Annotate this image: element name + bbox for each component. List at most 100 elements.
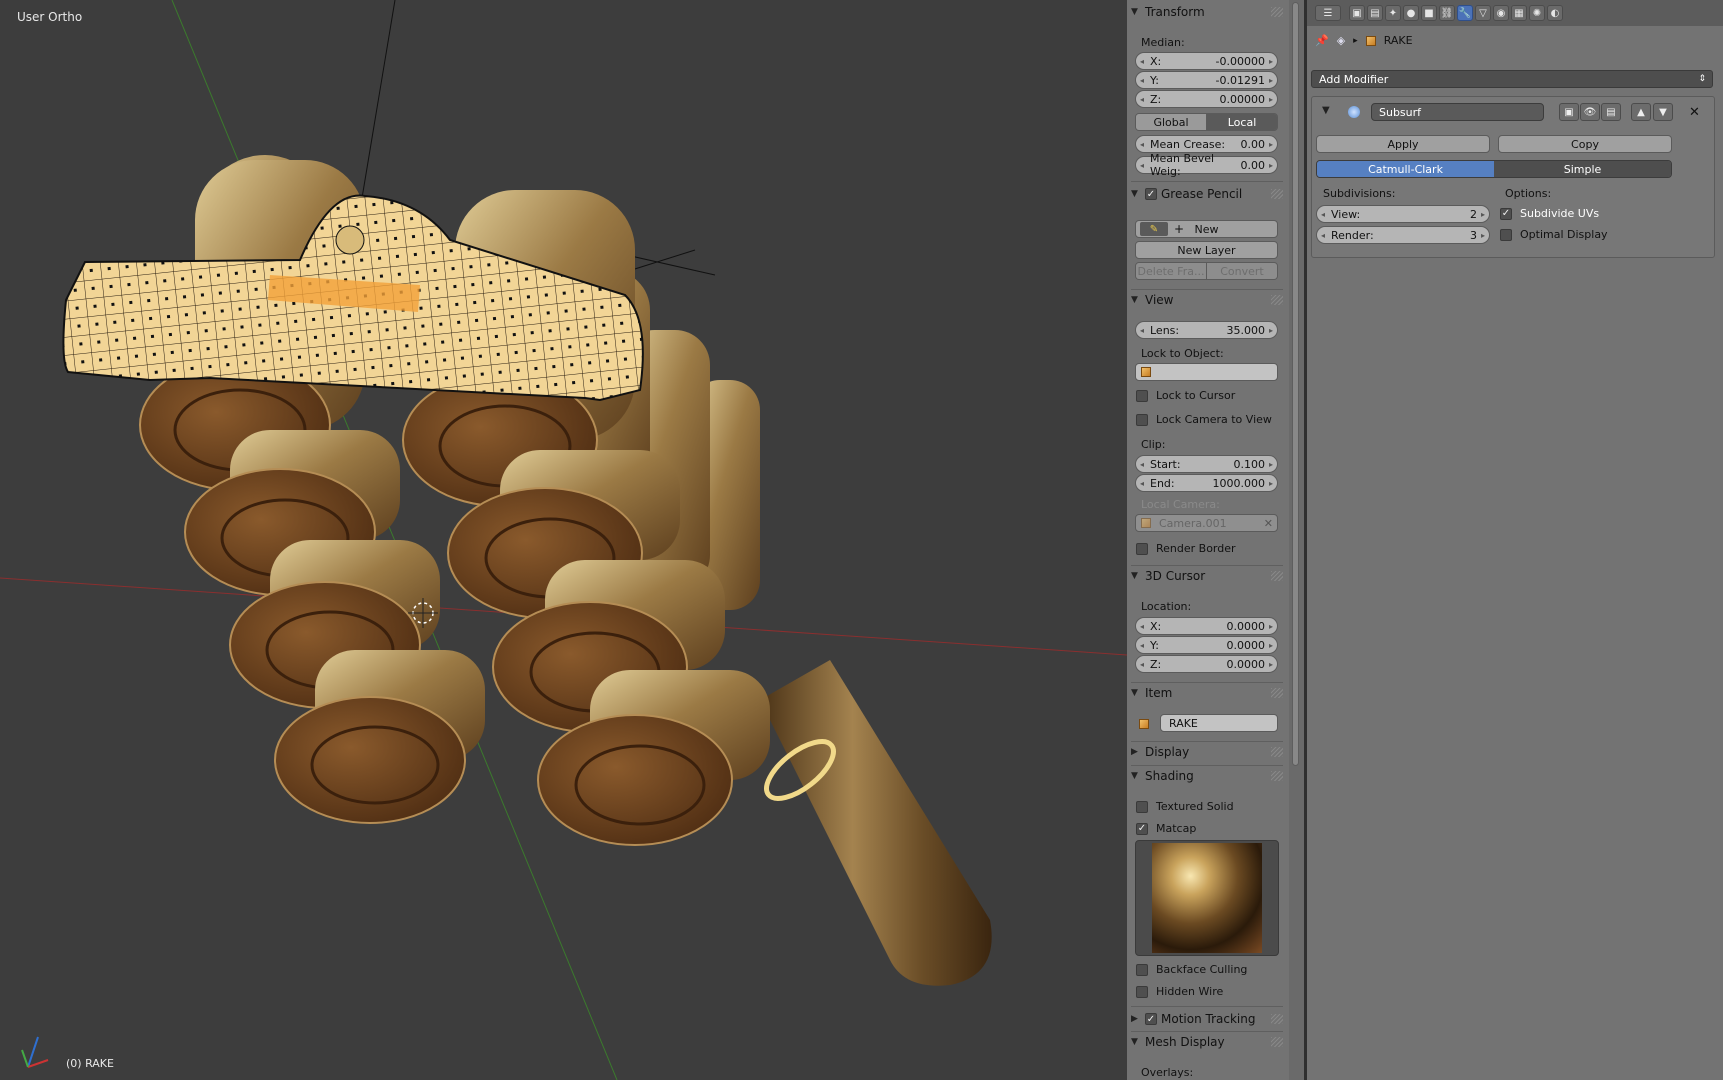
item-name-field[interactable]: RAKE [1160, 714, 1278, 732]
physics-tab-icon[interactable]: ◐ [1547, 5, 1563, 21]
scene-tab-icon[interactable]: ✦ [1385, 5, 1401, 21]
drag-grip-icon[interactable] [1271, 1037, 1283, 1047]
global-button[interactable]: Global [1136, 114, 1206, 130]
move-up-icon[interactable]: ▲ [1631, 103, 1651, 121]
render-subdivisions-field[interactable]: Render:3 [1316, 226, 1490, 244]
drag-grip-icon[interactable] [1271, 7, 1283, 17]
cursor-y-field[interactable]: Y:0.0000 [1135, 636, 1278, 654]
drag-grip-icon[interactable] [1271, 747, 1283, 757]
move-down-icon[interactable]: ▼ [1653, 103, 1673, 121]
particles-tab-icon[interactable]: ✺ [1529, 5, 1545, 21]
collapse-triangle-icon[interactable]: ▼ [1322, 105, 1330, 116]
drag-grip-icon[interactable] [1271, 1014, 1283, 1024]
world-tab-icon[interactable]: ● [1403, 5, 1419, 21]
checkbox-icon[interactable] [1136, 413, 1148, 426]
backface-culling-checkbox[interactable]: Backface Culling [1136, 963, 1247, 976]
editmode-toggle-icon[interactable]: ▤ [1601, 103, 1621, 121]
checkbox-icon[interactable] [1136, 963, 1148, 976]
checkbox-icon[interactable] [1136, 542, 1148, 555]
properties-header: ☰ ▣ ▤ ✦ ● ■ ⛓ 🔧 ▽ ◉ ▦ ✺ ◐ [1307, 0, 1723, 26]
delete-frame-button[interactable]: Delete Fra... [1136, 263, 1206, 279]
texture-tab-icon[interactable]: ▦ [1511, 5, 1527, 21]
render-tab-icon[interactable]: ▣ [1349, 5, 1365, 21]
mean-crease-field[interactable]: Mean Crease:0.00 [1135, 135, 1278, 153]
checkbox-checked-icon[interactable]: ✓ [1145, 1013, 1157, 1025]
constraints-tab-icon[interactable]: ⛓ [1439, 5, 1455, 21]
median-z-field[interactable]: Z:0.00000 [1135, 90, 1278, 108]
render-toggle-camera-icon[interactable]: ▣ [1559, 103, 1579, 121]
drag-grip-icon[interactable] [1271, 295, 1283, 305]
local-camera-field[interactable]: Camera.001 ✕ [1135, 514, 1278, 532]
scrollbar-thumb[interactable] [1292, 2, 1299, 766]
checkbox-checked-icon[interactable]: ✓ [1145, 188, 1157, 200]
simple-button[interactable]: Simple [1494, 161, 1671, 177]
cursor-z-field[interactable]: Z:0.0000 [1135, 655, 1278, 673]
convert-button[interactable]: Convert [1206, 263, 1277, 279]
copy-button[interactable]: Copy [1498, 135, 1672, 153]
viewport-visibility-eye-icon[interactable]: 👁 [1580, 103, 1600, 121]
checkbox-icon[interactable] [1136, 985, 1148, 998]
mean-bevel-field[interactable]: Mean Bevel Weig:0.00 [1135, 152, 1278, 178]
3d-viewport[interactable]: User Ortho (0) RAKE [0, 0, 1127, 1080]
optimal-display-checkbox[interactable]: Optimal Display [1500, 228, 1608, 241]
render-layers-tab-icon[interactable]: ▤ [1367, 5, 1383, 21]
subdivision-type-toggle[interactable]: Catmull-Clark Simple [1316, 160, 1672, 178]
clear-x-icon[interactable]: ✕ [1264, 517, 1273, 530]
apply-button[interactable]: Apply [1316, 135, 1490, 153]
textured-solid-checkbox[interactable]: Textured Solid [1136, 800, 1234, 813]
checkbox-icon[interactable] [1136, 800, 1148, 813]
lock-to-cursor-checkbox[interactable]: Lock to Cursor [1136, 389, 1235, 402]
pin-icon[interactable]: 📌 [1315, 34, 1329, 47]
modifier-name-field[interactable]: Subsurf [1371, 103, 1544, 121]
matcap-preview[interactable] [1135, 840, 1279, 956]
drag-grip-icon[interactable] [1271, 571, 1283, 581]
lock-object-field[interactable] [1135, 363, 1278, 381]
drag-grip-icon[interactable] [1271, 771, 1283, 781]
shelf-scrollbar[interactable] [1289, 0, 1304, 1080]
panel-header-3d-cursor[interactable]: ▼ 3D Cursor [1131, 566, 1283, 586]
drag-grip-icon[interactable] [1271, 688, 1283, 698]
clip-start-field[interactable]: Start:0.100 [1135, 455, 1278, 473]
drag-grip-icon[interactable] [1271, 189, 1283, 199]
expand-triangle-icon: ▼ [1131, 571, 1138, 581]
panel-header-item[interactable]: ▼ Item [1131, 683, 1283, 703]
modifiers-tab-icon[interactable]: 🔧 [1457, 5, 1473, 21]
panel-header-view[interactable]: ▼ View [1131, 290, 1283, 310]
data-tab-icon[interactable]: ▽ [1475, 5, 1491, 21]
checkbox-checked-icon[interactable]: ✓ [1136, 822, 1148, 835]
object-tab-icon[interactable]: ■ [1421, 5, 1437, 21]
viewport-scene[interactable] [0, 0, 1127, 1080]
panel-header-shading[interactable]: ▼ Shading [1131, 766, 1283, 786]
add-modifier-dropdown[interactable]: Add Modifier ⇕ [1311, 70, 1713, 88]
cursor-x-field[interactable]: X:0.0000 [1135, 617, 1278, 635]
object-cube-icon [1139, 719, 1149, 729]
lens-field[interactable]: Lens:35.000 [1135, 321, 1278, 339]
catmull-clark-button[interactable]: Catmull-Clark [1317, 161, 1494, 177]
material-tab-icon[interactable]: ◉ [1493, 5, 1509, 21]
checkbox-checked-icon[interactable]: ✓ [1500, 207, 1512, 220]
local-button[interactable]: Local [1206, 114, 1277, 130]
checkbox-icon[interactable] [1136, 389, 1148, 402]
subdivide-uvs-checkbox[interactable]: ✓ Subdivide UVs [1500, 207, 1599, 220]
panel-header-display[interactable]: ▶ Display [1131, 742, 1283, 762]
median-y-field[interactable]: Y:-0.01291 [1135, 71, 1278, 89]
lock-camera-to-view-checkbox[interactable]: Lock Camera to View [1136, 413, 1272, 426]
grease-pencil-new-button[interactable]: ✎ + New [1135, 220, 1278, 238]
view-subdivisions-field[interactable]: View:2 [1316, 205, 1490, 223]
panel-header-transform[interactable]: ▼ Transform [1131, 2, 1283, 22]
matcap-checkbox[interactable]: ✓ Matcap [1136, 822, 1196, 835]
render-border-checkbox[interactable]: Render Border [1136, 542, 1236, 555]
median-x-field[interactable]: X:-0.00000 [1135, 52, 1278, 70]
new-layer-button[interactable]: New Layer [1135, 241, 1278, 259]
properties-editor: ☰ ▣ ▤ ✦ ● ■ ⛓ 🔧 ▽ ◉ ▦ ✺ ◐ 📌 ◈ ▸ RAKE Add… [1307, 0, 1723, 1080]
checkbox-icon[interactable] [1500, 228, 1512, 241]
global-local-toggle[interactable]: Global Local [1135, 113, 1278, 131]
remove-modifier-close-icon[interactable]: ✕ [1689, 105, 1700, 120]
panel-header-mesh-display[interactable]: ▼ Mesh Display [1131, 1032, 1283, 1052]
panel-header-motion-tracking[interactable]: ▶ ✓ Motion Tracking [1131, 1009, 1283, 1029]
hidden-wire-checkbox[interactable]: Hidden Wire [1136, 985, 1223, 998]
clip-end-field[interactable]: End:1000.000 [1135, 474, 1278, 492]
editor-type-menu-icon[interactable]: ☰ [1315, 5, 1341, 21]
panel-header-grease-pencil[interactable]: ▼ ✓ Grease Pencil [1131, 184, 1283, 204]
expand-triangle-icon: ▼ [1131, 189, 1138, 199]
